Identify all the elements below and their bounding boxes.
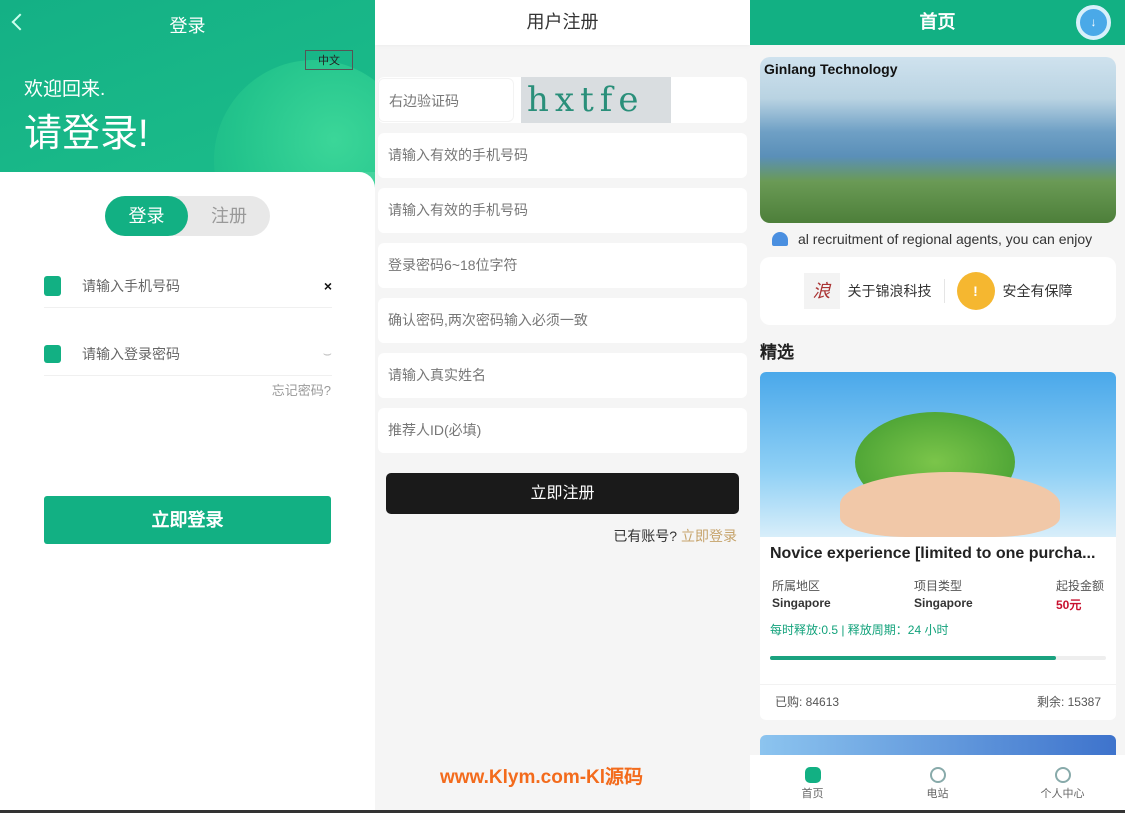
banner-carousel[interactable]: Ginlang Technology: [760, 57, 1116, 223]
watermark: www.Klym.com-Kl源码: [440, 767, 644, 788]
page-title: 用户注册: [375, 0, 750, 45]
about-label: 关于锦浪科技: [847, 283, 932, 299]
home-header: 首页 ↓: [750, 0, 1125, 45]
shield-icon: !: [956, 272, 995, 310]
phone-input[interactable]: 请输入有效的手机号码: [378, 133, 747, 178]
home-screen: 首页 ↓ Ginlang Technology al recruitment o…: [750, 0, 1125, 810]
tab-login[interactable]: 登录: [105, 196, 188, 236]
clear-icon[interactable]: ×: [324, 278, 332, 294]
forgot-password-link[interactable]: 忘记密码?: [272, 380, 331, 399]
remaining-count: 剩余: 15387: [1036, 695, 1101, 709]
register-screen: 用户注册 右边验证码 hxtfe 请输入有效的手机号码 请输入有效的手机号码 登…: [375, 0, 750, 810]
notice-text: al recruitment of regional agents, you c…: [798, 231, 1093, 247]
page-title: 首页: [919, 12, 956, 32]
page-title: 登录: [169, 16, 206, 36]
captcha-input[interactable]: 右边验证码: [378, 78, 514, 122]
stat-value: 50元: [1055, 598, 1082, 612]
login-card: 登录 注册 请输入手机号码 × 请输入登录密码 ⌣ 忘记密码? 立即登录: [0, 172, 375, 810]
progress-bar: [770, 656, 1106, 660]
home-icon: [804, 767, 821, 783]
banner-text: Ginlang Technology: [764, 61, 898, 77]
progress-fill: [770, 656, 1056, 660]
phone-input[interactable]: 请输入手机号码: [82, 276, 324, 296]
quick-links: 浪关于锦浪科技 ! 安全有保障: [760, 257, 1116, 325]
stat-value: Singapore: [913, 596, 973, 610]
have-account: 已有账号? 立即登录: [613, 526, 737, 546]
bought-count: 已购: 84613: [775, 695, 840, 709]
language-button[interactable]: 中文: [305, 50, 353, 70]
password-input[interactable]: 请输入登录密码: [82, 344, 323, 364]
bell-icon: [772, 232, 788, 246]
stat-label: 项目类型: [913, 579, 962, 593]
stat-label: 所属地区: [772, 579, 821, 593]
phone-confirm-input[interactable]: 请输入有效的手机号码: [378, 188, 747, 233]
notice-bar[interactable]: al recruitment of regional agents, you c…: [772, 231, 1102, 247]
bottom-tab-bar: 首页 电站 个人中心: [750, 755, 1125, 810]
login-register-switch: 登录 注册: [105, 196, 270, 236]
product-stats: 所属地区 Singapore 项目类型 Singapore 起投金额 50元: [760, 563, 1116, 613]
register-button[interactable]: 立即注册: [386, 473, 739, 514]
referrer-id-input[interactable]: 推荐人ID(必填): [378, 408, 747, 453]
welcome-text: 欢迎回来.: [24, 79, 106, 100]
login-heading: 请登录!: [24, 113, 149, 155]
lock-icon: [44, 344, 61, 363]
product-footer: 已购: 84613 剩余: 15387: [760, 684, 1116, 720]
security-label: 安全有保障: [1002, 283, 1073, 299]
about-link[interactable]: 浪关于锦浪科技: [792, 273, 944, 309]
company-logo-icon: 浪: [803, 273, 840, 309]
stat-value: Singapore: [772, 596, 831, 610]
tab-label: 首页: [801, 788, 824, 800]
phone-field[interactable]: 请输入手机号码 ×: [44, 264, 332, 308]
product-image: [760, 372, 1116, 537]
tab-profile[interactable]: 个人中心: [1000, 755, 1125, 810]
confirm-password-input[interactable]: 确认密码,两次密码输入必须一致: [378, 298, 747, 343]
tab-label: 电站: [926, 788, 949, 800]
download-icon[interactable]: ↓: [1076, 5, 1111, 40]
stat-label: 起投金额: [1055, 579, 1104, 593]
release-info: 每时释放:0.5 | 释放周期：24 小时: [770, 623, 949, 637]
have-account-text: 已有账号?: [613, 528, 678, 544]
login-screen: 登录 中文 欢迎回来. 请登录! 登录 注册 请输入手机号码 × 请输入登录密码…: [0, 0, 375, 810]
login-link[interactable]: 立即登录: [681, 528, 737, 544]
phone-icon: [44, 275, 61, 296]
security-link[interactable]: ! 安全有保障: [945, 272, 1085, 310]
login-button[interactable]: 立即登录: [44, 496, 331, 544]
login-header: 登录 中文 欢迎回来. 请登录!: [0, 0, 375, 260]
product-title: Novice experience [limited to one purcha…: [770, 545, 1096, 562]
password-field[interactable]: 请输入登录密码 ⌣: [44, 332, 332, 376]
tab-register[interactable]: 注册: [188, 196, 270, 236]
tab-label: 个人中心: [1040, 788, 1085, 800]
chart-icon: [929, 767, 946, 783]
tab-home[interactable]: 首页: [750, 755, 875, 810]
captcha-image[interactable]: hxtfe: [521, 77, 671, 123]
tab-station[interactable]: 电站: [875, 755, 1000, 810]
password-input[interactable]: 登录密码6~18位字符: [378, 243, 747, 288]
product-card[interactable]: Novice experience [limited to one purcha…: [760, 372, 1116, 720]
eye-closed-icon[interactable]: ⌣: [323, 345, 332, 362]
section-title: 精选: [760, 343, 794, 362]
real-name-input[interactable]: 请输入真实姓名: [378, 353, 747, 398]
user-icon: [1054, 767, 1071, 783]
